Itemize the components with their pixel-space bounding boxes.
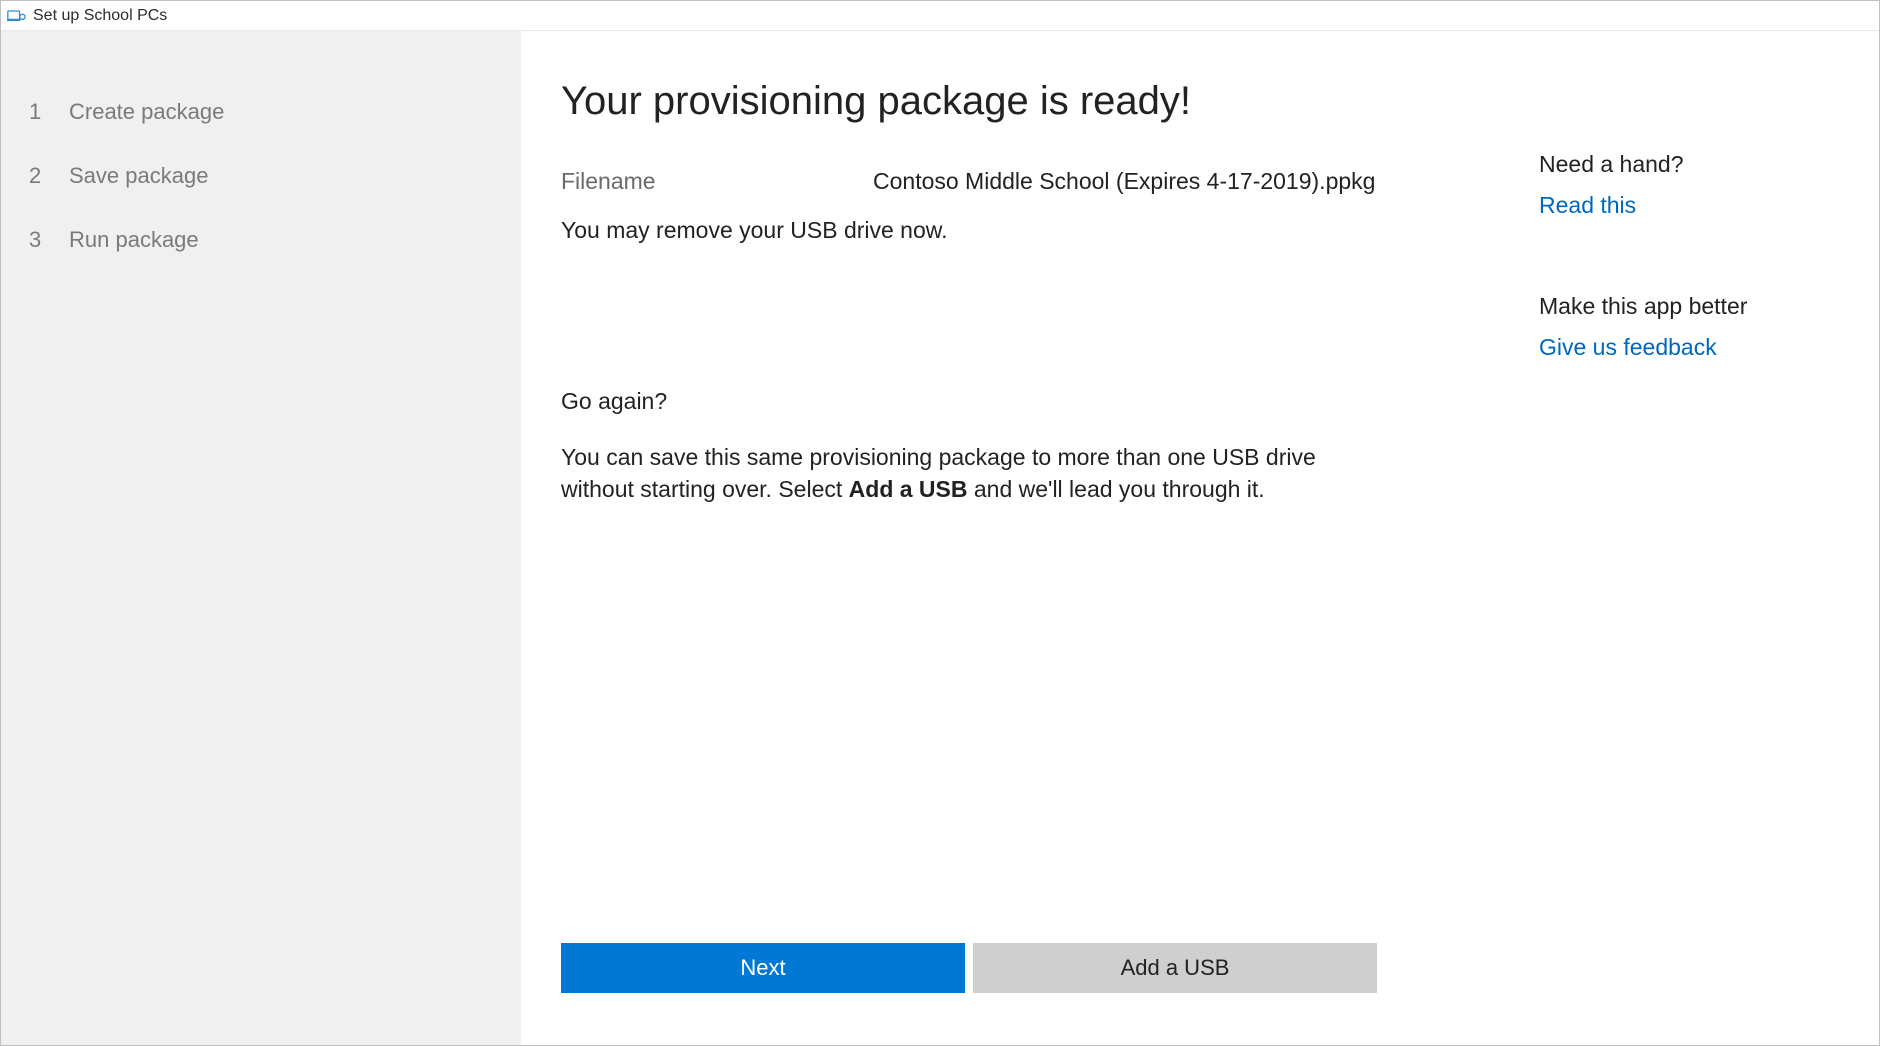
- feedback-link[interactable]: Give us feedback: [1539, 334, 1717, 361]
- sidebar: 1 Create package 2 Save package 3 Run pa…: [1, 31, 521, 1045]
- sidebar-step-label: Run package: [69, 227, 199, 253]
- app-icon: [7, 6, 27, 26]
- add-usb-button[interactable]: Add a USB: [973, 943, 1377, 993]
- sidebar-item-save-package[interactable]: 2 Save package: [1, 151, 521, 215]
- filename-label: Filename: [561, 168, 873, 195]
- filename-row: Filename Contoso Middle School (Expires …: [561, 168, 1499, 195]
- main: Your provisioning package is ready! File…: [521, 31, 1879, 1045]
- content: 1 Create package 2 Save package 3 Run pa…: [1, 31, 1879, 1045]
- sidebar-item-run-package[interactable]: 3 Run package: [1, 215, 521, 279]
- window: Set up School PCs 1 Create package 2 Sav…: [0, 0, 1880, 1046]
- go-again-text: You can save this same provisioning pack…: [561, 441, 1391, 505]
- go-again-text-2: and we'll lead you through it.: [968, 476, 1265, 502]
- titlebar-text: Set up School PCs: [33, 7, 167, 25]
- need-hand-heading: Need a hand?: [1539, 151, 1839, 178]
- side-column: Need a hand? Read this Make this app bet…: [1539, 79, 1839, 993]
- sidebar-item-create-package[interactable]: 1 Create package: [1, 87, 521, 151]
- make-better-heading: Make this app better: [1539, 293, 1839, 320]
- main-column: Your provisioning package is ready! File…: [561, 79, 1539, 993]
- sidebar-step-label: Create package: [69, 99, 224, 125]
- page-title: Your provisioning package is ready!: [561, 79, 1499, 124]
- sidebar-step-label: Save package: [69, 163, 208, 189]
- read-this-link[interactable]: Read this: [1539, 192, 1636, 219]
- remove-usb-line: You may remove your USB drive now.: [561, 217, 1499, 244]
- go-again-heading: Go again?: [561, 388, 1499, 415]
- go-again-bold: Add a USB: [849, 476, 968, 502]
- filename-value: Contoso Middle School (Expires 4-17-2019…: [873, 168, 1375, 195]
- next-button[interactable]: Next: [561, 943, 965, 993]
- sidebar-step-num: 3: [29, 227, 69, 253]
- sidebar-step-num: 1: [29, 99, 69, 125]
- sidebar-step-num: 2: [29, 163, 69, 189]
- footer-buttons: Next Add a USB: [561, 943, 1499, 993]
- titlebar: Set up School PCs: [1, 1, 1879, 31]
